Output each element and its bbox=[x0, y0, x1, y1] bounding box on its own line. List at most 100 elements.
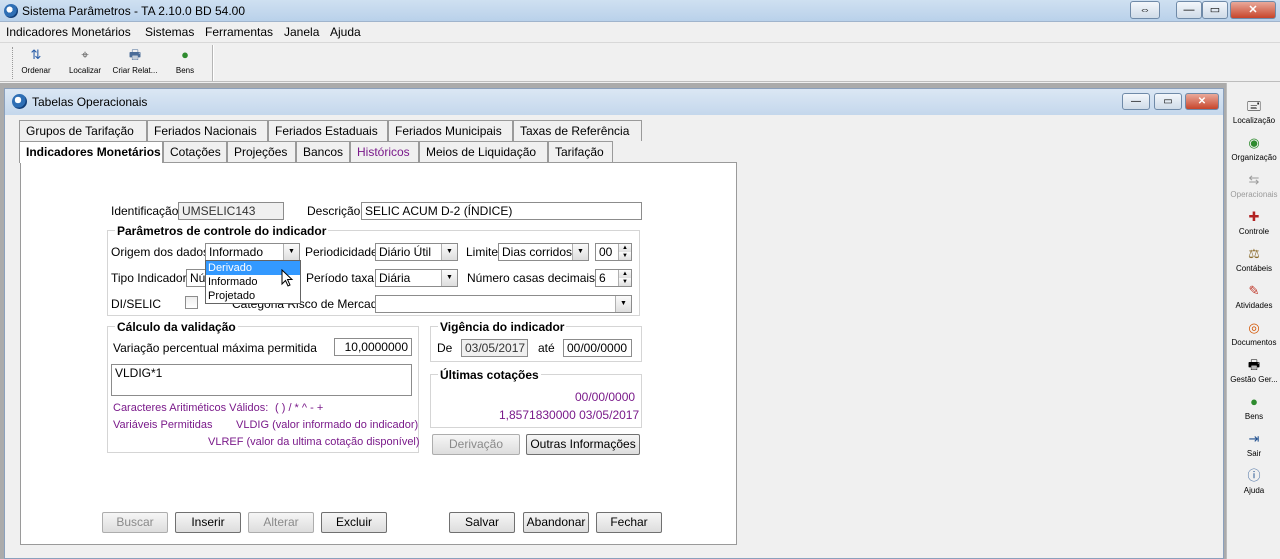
vigencia-de-field[interactable]: 03/05/2017 bbox=[461, 339, 528, 357]
tab-feriados-estaduais[interactable]: Feriados Estaduais bbox=[268, 120, 388, 141]
abandonar-button[interactable]: Abandonar bbox=[523, 512, 589, 533]
documentos-icon: ◎ bbox=[1248, 320, 1260, 335]
descricao-field[interactable]: SELIC ACUM D-2 (ÍNDICE) bbox=[361, 202, 642, 220]
vlref-text: VLREF (valor da ultima cotação disponíve… bbox=[208, 436, 420, 448]
spin-up-icon[interactable]: ▲ bbox=[618, 244, 631, 252]
menu-indicadores[interactable]: Indicadores Monetários bbox=[6, 25, 131, 39]
maximize-button[interactable]: ▭ bbox=[1202, 1, 1228, 19]
tab-meios-liquidacao[interactable]: Meios de Liquidação bbox=[419, 141, 548, 162]
tab-indicadores-monetarios[interactable]: Indicadores Monetários bbox=[19, 141, 163, 163]
periodo-taxa-select[interactable]: Diária ▼ bbox=[375, 269, 458, 287]
side-sair-label: Sair bbox=[1246, 449, 1262, 458]
alterar-button[interactable]: Alterar bbox=[248, 512, 314, 533]
child-title-bar: Tabelas Operacionais — ▭ ✕ bbox=[5, 89, 1223, 115]
tab-tarifacao[interactable]: Tarifação bbox=[548, 141, 613, 162]
ultimas-cotacoes-title: Últimas cotações bbox=[438, 368, 541, 382]
tab-feriados-nacionais[interactable]: Feriados Nacionais bbox=[147, 120, 268, 141]
atividades-icon: ✎ bbox=[1248, 283, 1260, 298]
formula-textarea[interactable]: VLDIG*1 bbox=[111, 364, 412, 396]
side-controle[interactable]: ✚ Controle bbox=[1227, 209, 1280, 236]
child-close-button[interactable]: ✕ bbox=[1185, 93, 1219, 110]
menu-janela[interactable]: Janela bbox=[284, 25, 319, 39]
side-documentos[interactable]: ◎ Documentos bbox=[1227, 320, 1280, 347]
bens-button[interactable]: ● Bens bbox=[170, 47, 200, 75]
diselic-checkbox[interactable] bbox=[185, 296, 198, 309]
identificacao-field[interactable]: UMSELIC143 bbox=[178, 202, 284, 220]
side-localizacao-label: Localização bbox=[1232, 116, 1276, 125]
chevron-down-icon[interactable]: ▼ bbox=[441, 270, 457, 286]
limite-select[interactable]: Dias corridos ▼ bbox=[498, 243, 589, 261]
mouse-cursor-icon bbox=[281, 269, 294, 287]
side-organizacao[interactable]: ◉ Organização bbox=[1227, 135, 1280, 162]
ate-label: até bbox=[538, 341, 555, 355]
menu-sistemas[interactable]: Sistemas bbox=[145, 25, 194, 39]
option-projetado[interactable]: Projetado bbox=[206, 289, 300, 303]
chevron-down-icon[interactable]: ▼ bbox=[572, 244, 588, 260]
toolbar: ⇅ Ordenar ⌖ Localizar 🖶 Criar Relat... ●… bbox=[0, 42, 1280, 82]
side-controle-label: Controle bbox=[1238, 227, 1270, 236]
side-bens[interactable]: ● Bens bbox=[1227, 394, 1280, 421]
chevron-down-icon[interactable]: ▼ bbox=[615, 296, 631, 312]
child-minimize-button[interactable]: — bbox=[1122, 93, 1150, 110]
chevron-down-icon[interactable]: ▼ bbox=[283, 244, 299, 260]
side-contabeis[interactable]: ⚖ Contábeis bbox=[1227, 246, 1280, 273]
side-ajuda[interactable]: ⓘ Ajuda bbox=[1227, 468, 1280, 495]
outras-informacoes-button[interactable]: Outras Informações bbox=[526, 434, 640, 455]
origem-label: Origem dos dados bbox=[111, 245, 210, 259]
spin-down-icon[interactable]: ▼ bbox=[618, 278, 631, 286]
origem-value: Informado bbox=[209, 245, 264, 259]
spin-up-icon[interactable]: ▲ bbox=[618, 270, 631, 278]
salvar-button[interactable]: Salvar bbox=[449, 512, 515, 533]
casas-decimais-spinner[interactable]: 6 ▲ ▼ bbox=[595, 269, 632, 287]
menu-bar: Indicadores Monetários Sistemas Ferramen… bbox=[0, 22, 1280, 42]
side-sair[interactable]: ⇥ Sair bbox=[1227, 431, 1280, 458]
limite-spinner[interactable]: 00 ▲ ▼ bbox=[595, 243, 632, 261]
side-gestao[interactable]: 🖶 Gestão Ger... bbox=[1227, 357, 1280, 384]
calculo-title: Cálculo da validação bbox=[115, 320, 238, 334]
variacao-field[interactable]: 10,0000000 bbox=[334, 338, 412, 356]
de-label: De bbox=[437, 341, 453, 355]
ordenar-button[interactable]: ⇅ Ordenar bbox=[18, 47, 54, 75]
caracteres-label: Caracteres Aritiméticos Válidos: bbox=[113, 402, 269, 414]
tab-historicos[interactable]: Históricos bbox=[350, 141, 419, 162]
side-ajuda-label: Ajuda bbox=[1243, 486, 1265, 495]
chevron-down-icon[interactable]: ▼ bbox=[441, 244, 457, 260]
menu-ajuda[interactable]: Ajuda bbox=[330, 25, 361, 39]
child-maximize-button[interactable]: ▭ bbox=[1154, 93, 1182, 110]
periodicidade-select[interactable]: Diário Útil ▼ bbox=[375, 243, 458, 261]
tab-grupos-tarifacao[interactable]: Grupos de Tarifação bbox=[19, 120, 147, 141]
inserir-button[interactable]: Inserir bbox=[175, 512, 241, 533]
restore-icon[interactable]: ⇔ bbox=[1130, 1, 1160, 19]
side-contabeis-label: Contábeis bbox=[1235, 264, 1273, 273]
origem-select[interactable]: Informado ▼ bbox=[205, 243, 300, 261]
criar-relatorio-label: Criar Relat... bbox=[112, 66, 158, 75]
tab-taxas-referencia[interactable]: Taxas de Referência bbox=[513, 120, 642, 141]
money-bag-icon: ● bbox=[181, 47, 189, 62]
tab-feriados-municipais[interactable]: Feriados Municipais bbox=[388, 120, 513, 141]
fechar-button[interactable]: Fechar bbox=[596, 512, 662, 533]
side-operacionais[interactable]: ⇆ Operacionais bbox=[1227, 172, 1280, 199]
title-bar: Sistema Parâmetros - TA 2.10.0 BD 54.00 … bbox=[0, 0, 1280, 22]
descricao-label: Descrição bbox=[307, 204, 361, 218]
spin-down-icon[interactable]: ▼ bbox=[618, 252, 631, 260]
vigencia-ate-field[interactable]: 00/00/0000 bbox=[563, 339, 632, 357]
derivacao-button[interactable]: Derivação bbox=[432, 434, 520, 455]
tab-bancos[interactable]: Bancos bbox=[296, 141, 350, 162]
categoria-select[interactable]: ▼ bbox=[375, 295, 632, 313]
bens-icon: ● bbox=[1250, 394, 1258, 409]
buscar-button[interactable]: Buscar bbox=[102, 512, 168, 533]
parametros-title: Parâmetros de controle do indicador bbox=[115, 224, 329, 238]
child-window-title: Tabelas Operacionais bbox=[32, 95, 148, 109]
tab-projecoes[interactable]: Projeções bbox=[227, 141, 296, 162]
cotacao-1: 00/00/0000 bbox=[575, 390, 636, 404]
side-localizacao[interactable]: 🖃 Localização bbox=[1227, 98, 1280, 125]
side-atividades[interactable]: ✎ Atividades bbox=[1227, 283, 1280, 310]
tab-cotacoes[interactable]: Cotações bbox=[163, 141, 227, 162]
criar-relatorio-button[interactable]: 🖶 Criar Relat... bbox=[110, 47, 160, 75]
excluir-button[interactable]: Excluir bbox=[321, 512, 387, 533]
gestao-icon: 🖶 bbox=[1247, 357, 1261, 372]
close-button[interactable]: ✕ bbox=[1230, 1, 1276, 19]
localizar-button[interactable]: ⌖ Localizar bbox=[65, 47, 105, 75]
minimize-button[interactable]: — bbox=[1176, 1, 1202, 19]
menu-ferramentas[interactable]: Ferramentas bbox=[205, 25, 273, 39]
